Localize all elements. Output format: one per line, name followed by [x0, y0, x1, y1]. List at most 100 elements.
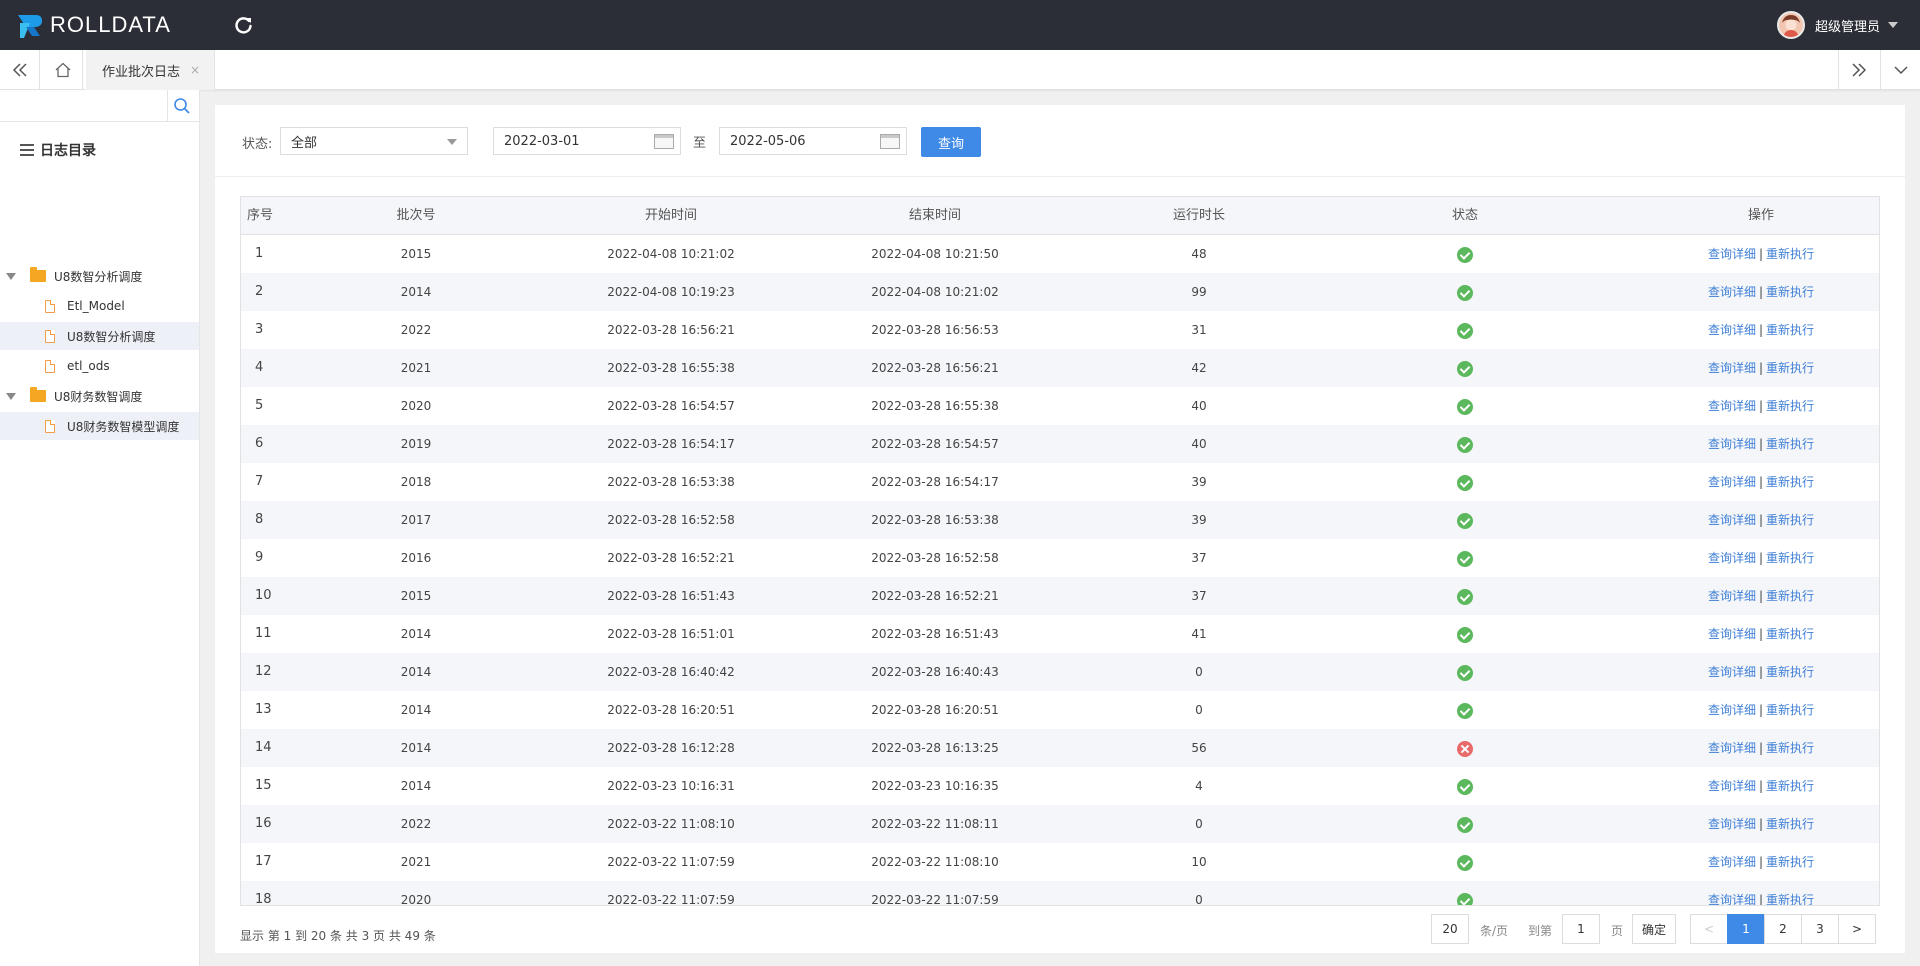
view-detail-link[interactable]: 查询详细: [1708, 551, 1756, 565]
view-detail-link[interactable]: 查询详细: [1708, 247, 1756, 261]
search-icon[interactable]: [172, 96, 192, 116]
view-detail-link[interactable]: 查询详细: [1708, 513, 1756, 527]
tree-item-etl-model[interactable]: Etl_Model: [0, 292, 199, 320]
cell-start: 2022-03-28 16:40:42: [607, 665, 735, 679]
cell-status: [1385, 767, 1545, 805]
view-detail-link[interactable]: 查询详细: [1708, 779, 1756, 793]
success-check-icon: [1457, 474, 1473, 491]
rerun-link[interactable]: 重新执行: [1766, 361, 1814, 375]
tab-batch-log[interactable]: 作业批次日志 ×: [86, 50, 216, 90]
rerun-link[interactable]: 重新执行: [1766, 551, 1814, 565]
success-check-icon: [1457, 322, 1473, 339]
table-row: 15 2014 2022-03-23 10:16:31 2022-03-23 10:1…: [241, 767, 1879, 805]
cell-status: [1385, 577, 1545, 615]
cell-duration: 39: [1191, 475, 1207, 489]
rerun-link[interactable]: 重新执行: [1766, 323, 1814, 337]
view-detail-link[interactable]: 查询详细: [1708, 285, 1756, 299]
tree-group-u8-finance[interactable]: U8财务数智调度: [0, 382, 199, 410]
start-date-field[interactable]: 2022-03-01: [493, 127, 681, 155]
view-detail-link[interactable]: 查询详细: [1708, 323, 1756, 337]
view-detail-link[interactable]: 查询详细: [1708, 855, 1756, 869]
rerun-link[interactable]: 重新执行: [1766, 779, 1814, 793]
app-logo[interactable]: ROLLDATA: [14, 10, 171, 40]
page-size-select[interactable]: 20: [1431, 914, 1469, 944]
rerun-link[interactable]: 重新执行: [1766, 437, 1814, 451]
rerun-link[interactable]: 重新执行: [1766, 399, 1814, 413]
view-detail-link[interactable]: 查询详细: [1708, 627, 1756, 641]
rerun-link[interactable]: 重新执行: [1766, 513, 1814, 527]
tree-group-u8-analysis[interactable]: U8数智分析调度: [0, 262, 199, 290]
page-button-3[interactable]: 3: [1801, 914, 1839, 944]
page-button-1[interactable]: 1: [1727, 914, 1765, 944]
cell-actions: 查询详细 | 重新执行: [1641, 311, 1879, 349]
logo-icon: [14, 10, 44, 40]
tree-item-u8-finance-model[interactable]: U8财务数智模型调度: [0, 412, 199, 440]
success-check-icon: [1457, 360, 1473, 377]
table-row: 4 2021 2022-03-28 16:55:38 2022-03-28 16:56…: [241, 349, 1879, 387]
calendar-icon[interactable]: [880, 134, 900, 149]
refresh-icon[interactable]: [232, 13, 256, 37]
page-button-2[interactable]: 2: [1764, 914, 1802, 944]
scroll-tabs-right-button[interactable]: [1838, 50, 1878, 90]
view-detail-link[interactable]: 查询详细: [1708, 475, 1756, 489]
search-input[interactable]: [0, 90, 168, 121]
cell-start: 2022-03-28 16:52:58: [607, 513, 735, 527]
expand-triangle-icon[interactable]: [6, 392, 16, 400]
view-detail-link[interactable]: 查询详细: [1708, 589, 1756, 603]
rerun-link[interactable]: 重新执行: [1766, 247, 1814, 261]
cell-duration: 37: [1191, 589, 1207, 603]
success-check-icon: [1457, 550, 1473, 567]
success-check-icon: [1457, 246, 1473, 263]
view-detail-link[interactable]: 查询详细: [1708, 665, 1756, 679]
action-separator: |: [1758, 855, 1764, 869]
rerun-link[interactable]: 重新执行: [1766, 817, 1814, 831]
cell-idx: 9: [255, 550, 264, 565]
view-detail-link[interactable]: 查询详细: [1708, 893, 1756, 905]
goto-page-input[interactable]: 1: [1562, 914, 1600, 944]
tabs-menu-button[interactable]: [1880, 50, 1920, 90]
cell-duration: 0: [1195, 703, 1203, 717]
next-page-button[interactable]: >: [1838, 914, 1876, 944]
prev-page-button[interactable]: <: [1690, 914, 1728, 944]
expand-triangle-icon[interactable]: [6, 272, 16, 280]
rerun-link[interactable]: 重新执行: [1766, 589, 1814, 603]
view-detail-link[interactable]: 查询详细: [1708, 361, 1756, 375]
success-check-icon: [1457, 436, 1473, 453]
rerun-link[interactable]: 重新执行: [1766, 475, 1814, 489]
goto-confirm-button[interactable]: 确定: [1632, 914, 1676, 944]
end-date-field[interactable]: 2022-05-06: [719, 127, 907, 155]
home-button[interactable]: [43, 50, 83, 90]
avatar: [1776, 11, 1805, 39]
table-row: 6 2019 2022-03-28 16:54:17 2022-03-28 16:54…: [241, 425, 1879, 463]
cell-end: 2022-03-28 16:55:38: [871, 399, 999, 413]
tree-item-u8-analysis[interactable]: U8数智分析调度: [0, 322, 199, 350]
rerun-link[interactable]: 重新执行: [1766, 893, 1814, 905]
tree-item-etl-ods[interactable]: etl_ods: [0, 352, 199, 380]
cell-actions: 查询详细 | 重新执行: [1641, 767, 1879, 805]
view-detail-link[interactable]: 查询详细: [1708, 741, 1756, 755]
rerun-link[interactable]: 重新执行: [1766, 741, 1814, 755]
cell-duration: 4: [1195, 779, 1203, 793]
rerun-link[interactable]: 重新执行: [1766, 855, 1814, 869]
rerun-link[interactable]: 重新执行: [1766, 627, 1814, 641]
view-detail-link[interactable]: 查询详细: [1708, 399, 1756, 413]
view-detail-link[interactable]: 查询详细: [1708, 703, 1756, 717]
status-select-value: 全部: [291, 135, 318, 151]
calendar-icon[interactable]: [654, 134, 674, 149]
close-icon[interactable]: ×: [190, 63, 200, 77]
view-detail-link[interactable]: 查询详细: [1708, 817, 1756, 831]
query-button[interactable]: 查询: [921, 127, 981, 157]
rerun-link[interactable]: 重新执行: [1766, 703, 1814, 717]
view-detail-link[interactable]: 查询详细: [1708, 437, 1756, 451]
action-separator: |: [1758, 399, 1764, 413]
cell-end: 2022-03-28 16:54:17: [871, 475, 999, 489]
user-menu[interactable]: 超级管理员: [1776, 11, 1898, 39]
rerun-link[interactable]: 重新执行: [1766, 665, 1814, 679]
cell-end: 2022-03-23 10:16:35: [871, 779, 999, 793]
cell-batch: 2020: [400, 399, 432, 413]
action-separator: |: [1758, 475, 1764, 489]
status-select[interactable]: 全部: [280, 127, 468, 155]
cell-idx: 1: [255, 246, 264, 261]
collapse-sidebar-button[interactable]: [0, 50, 40, 90]
rerun-link[interactable]: 重新执行: [1766, 285, 1814, 299]
